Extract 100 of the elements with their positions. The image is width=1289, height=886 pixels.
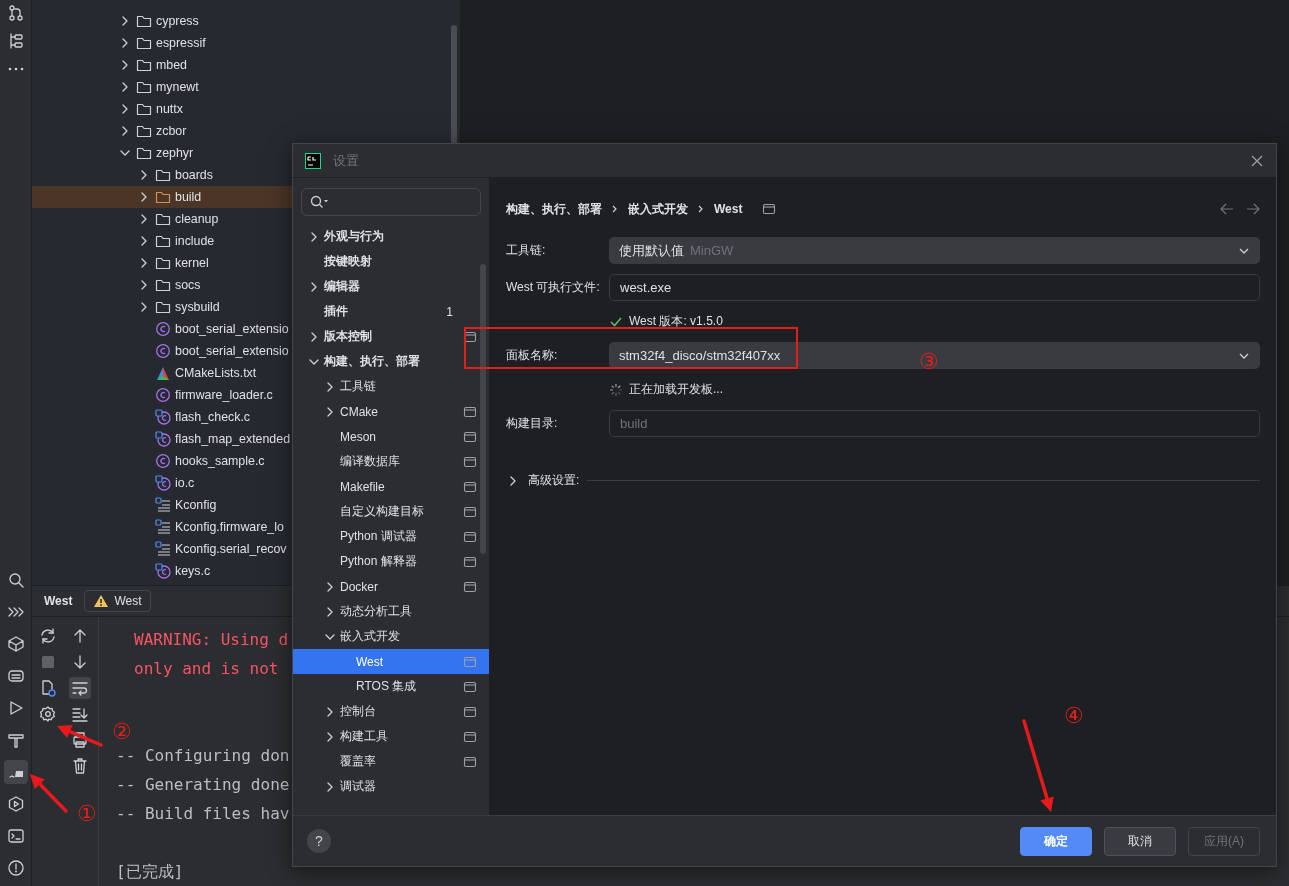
nav-label: 版本控制 [324,328,373,345]
file-name: socs [175,278,201,292]
file-name: zcbor [156,124,187,138]
settings-nav-item[interactable]: 编辑器 [293,274,489,299]
forward-arrow-icon[interactable] [1246,203,1260,215]
cmake-file-icon [155,365,171,381]
tree-row[interactable]: espressif [32,32,460,54]
breadcrumb-item[interactable]: 嵌入式开发 [628,200,688,218]
tree-row[interactable]: mbed [32,54,460,76]
settings-nav-item[interactable]: 自定义构建目标 [293,499,489,524]
settings-nav-item[interactable]: 构建工具 [293,724,489,749]
settings-nav-item[interactable]: RTOS 集成 [293,674,489,699]
scrollbar[interactable] [451,25,457,145]
back-arrow-icon[interactable] [1220,203,1234,215]
nav-label: 动态分析工具 [340,603,413,620]
folder-icon [155,233,171,249]
file-name: Kconfig.serial_recov [175,542,287,556]
settings-nav-item[interactable]: 动态分析工具 [293,599,489,624]
settings-nav-item[interactable]: Python 调试器 [293,524,489,549]
folder-icon [136,79,152,95]
settings-nav-item[interactable]: 控制台 [293,699,489,724]
print-icon[interactable] [71,731,89,749]
scroll-to-end-icon[interactable] [71,705,89,723]
search-field[interactable] [301,188,481,216]
settings-nav-item[interactable]: 工具链 [293,374,489,399]
file-gear-icon[interactable] [39,679,57,697]
warning-icon [93,594,110,608]
settings-nav-item[interactable]: Python 解释器 [293,549,489,574]
file-name: mynewt [156,80,199,94]
annotation-arrow [30,774,68,813]
settings-nav-item[interactable]: 编译数据库 [293,449,489,474]
nav-label: 覆盖率 [340,753,377,770]
settings-nav-item[interactable]: 版本控制 [293,324,489,349]
settings-nav-item[interactable]: 插件 1 [293,299,489,324]
file-name: cleanup [175,212,219,226]
annotation-number: ② [112,721,132,743]
console-tab[interactable]: West [84,590,151,612]
config-file-icon [155,519,171,535]
rerun-icon[interactable] [39,627,57,645]
tree-row[interactable]: mynewt [32,76,460,98]
search-icon [310,195,330,209]
console-line: -- Generating done [116,774,290,796]
settings-nav-item[interactable]: 构建、执行、部署 [293,349,489,374]
tree-row[interactable]: zcbor [32,120,460,142]
nav-label: Makefile [340,479,386,494]
branch-icon[interactable] [6,4,25,22]
file-name: boot_serial_extensio [175,344,289,358]
file-name: io.c [175,476,195,490]
annotation-number: ④ [1064,705,1084,727]
settings-nav-item[interactable]: 嵌入式开发 [293,624,489,649]
annotation-arrow [57,725,103,747]
count-label: 1 [446,304,453,319]
tree-row[interactable]: nuttx [32,98,460,120]
dialog-button[interactable]: 取消 [1104,826,1176,856]
file-name: boot_serial_extensio [175,322,289,336]
settings-nav-item[interactable]: 按键映射 [293,249,489,274]
nav-label: 编辑器 [324,278,361,295]
folder-icon [136,13,152,29]
breadcrumb-item[interactable]: 构建、执行、部署 [506,200,602,218]
c-file-icon [155,409,171,425]
nav-label: 控制台 [340,703,377,720]
nav-label: 调试器 [340,778,377,795]
folder-icon [136,145,152,161]
c-file-icon [155,387,171,403]
field-label: 面板名称: [506,347,559,364]
trash-icon[interactable] [71,757,89,775]
nav-label: 插件 [324,303,349,320]
nav-label: RTOS 集成 [356,678,418,695]
settings-nav-item[interactable]: Docker [293,574,489,599]
file-name: espressif [156,36,206,50]
nav-label: 外观与行为 [324,228,385,245]
breadcrumb-item[interactable]: West [714,202,743,216]
tree-row[interactable]: cypress [32,10,460,32]
settings-nav-item[interactable]: Meson [293,424,489,449]
input-field[interactable]: build [609,410,1260,437]
c-file-icon [155,563,171,579]
close-icon[interactable] [1250,153,1264,168]
dropdown[interactable]: 使用默认值 MinGW [609,237,1260,264]
nav-label: Python 调试器 [340,528,418,545]
file-name: nuttx [156,102,183,116]
status-text: 正在加载开发板... [629,381,723,398]
hint-text: MinGW [690,243,735,258]
scrollbar[interactable] [480,264,486,554]
settings-nav-item[interactable]: West [293,649,489,674]
section-title: 高级设置: [528,472,580,489]
settings-nav-item[interactable]: CMake [293,399,489,424]
settings-nav-item[interactable]: 覆盖率 [293,749,489,774]
file-name: flash_check.c [175,410,251,424]
settings-icon[interactable] [39,705,57,723]
folder-icon [155,211,171,227]
folder-icon [136,101,152,117]
file-name: include [175,234,215,248]
input-field[interactable]: west.exe [609,274,1260,301]
c-file-icon [155,343,171,359]
settings-nav-item[interactable]: 调试器 [293,774,489,799]
nav-label: Meson [340,429,378,444]
help-button[interactable]: ? [307,829,331,853]
file-name: keys.c [175,564,211,578]
settings-nav-item[interactable]: Makefile [293,474,489,499]
annotation-number: ① [77,803,97,825]
